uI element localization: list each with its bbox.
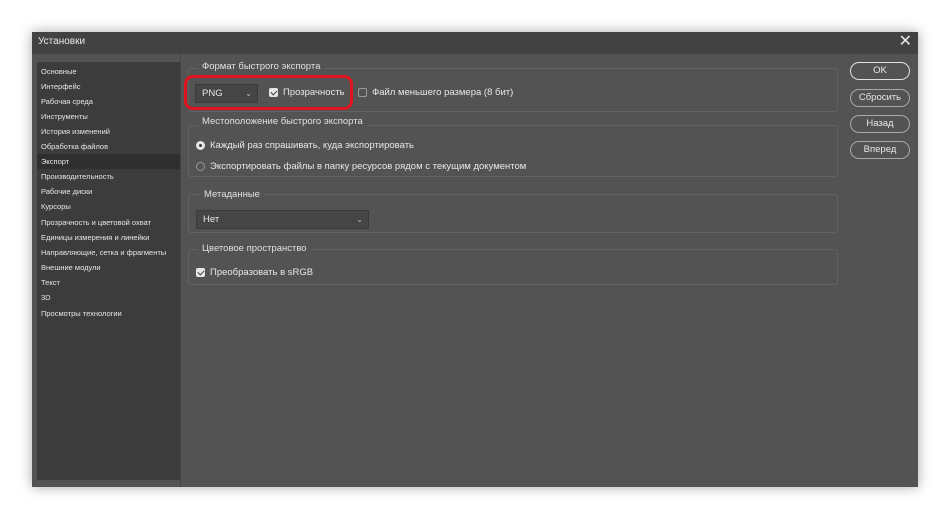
metadata-select-value: Нет (203, 214, 220, 225)
chevron-down-icon: ⌄ (356, 215, 363, 224)
sidebar-item-general[interactable]: Основные (37, 64, 180, 79)
back-button[interactable]: Назад (850, 115, 910, 133)
sidebar-item-units-rulers[interactable]: Единицы измерения и линейки (37, 230, 180, 245)
sidebar-item-plugins[interactable]: Внешние модули (37, 260, 180, 275)
sidebar-item-scratch-disks[interactable]: Рабочие диски (37, 184, 180, 199)
ok-button[interactable]: OK (850, 62, 910, 80)
sidebar-item-tools[interactable]: Инструменты (37, 109, 180, 124)
sidebar-item-3d[interactable]: 3D (37, 290, 180, 305)
convert-srgb-label: Преобразовать в sRGB (210, 267, 314, 278)
preferences-dialog: Установки ✕ Основные Интерфейс Рабочая с… (32, 32, 918, 487)
export-to-assets-radio[interactable] (196, 162, 205, 171)
convert-srgb-checkbox[interactable] (196, 268, 205, 277)
sidebar-item-file-handling[interactable]: Обработка файлов (37, 139, 180, 154)
title-bar: Установки ✕ (32, 32, 918, 54)
smaller-file-checkbox[interactable] (358, 88, 367, 97)
sidebar-item-tech-previews[interactable]: Просмотры технологии (37, 306, 180, 321)
highlight-annotation (184, 75, 353, 110)
sidebar-divider (180, 54, 181, 487)
window-title: Установки (38, 36, 86, 47)
metadata-select[interactable]: Нет ⌄ (196, 210, 369, 229)
reset-button[interactable]: Сбросить (850, 89, 910, 107)
quick-export-format-legend: Формат быстрого экспорта (198, 61, 325, 72)
ask-each-time-radio[interactable] (196, 141, 205, 150)
sidebar-item-export[interactable]: Экспорт (37, 154, 180, 169)
sidebar-item-performance[interactable]: Производительность (37, 169, 180, 184)
metadata-legend: Метаданные (200, 189, 264, 200)
sidebar: Основные Интерфейс Рабочая среда Инструм… (37, 62, 180, 480)
sidebar-item-cursors[interactable]: Курсоры (37, 199, 180, 214)
sidebar-item-type[interactable]: Текст (37, 275, 180, 290)
export-to-assets-label: Экспортировать файлы в папку ресурсов ря… (210, 161, 527, 172)
export-location-legend: Местоположение быстрого экспорта (198, 116, 367, 127)
close-icon[interactable]: ✕ (899, 33, 912, 51)
sidebar-item-workspace[interactable]: Рабочая среда (37, 94, 180, 109)
sidebar-item-interface[interactable]: Интерфейс (37, 79, 180, 94)
color-space-legend: Цветовое пространство (198, 243, 311, 254)
smaller-file-label: Файл меньшего размера (8 бит) (372, 87, 514, 98)
sidebar-item-transparency-gamut[interactable]: Прозрачность и цветовой охват (37, 215, 180, 230)
sidebar-item-history[interactable]: История изменений (37, 124, 180, 139)
ask-each-time-label: Каждый раз спрашивать, куда экспортирова… (210, 140, 414, 151)
sidebar-item-guides-grid[interactable]: Направляющие, сетка и фрагменты (37, 245, 180, 260)
forward-button[interactable]: Вперед (850, 141, 910, 159)
